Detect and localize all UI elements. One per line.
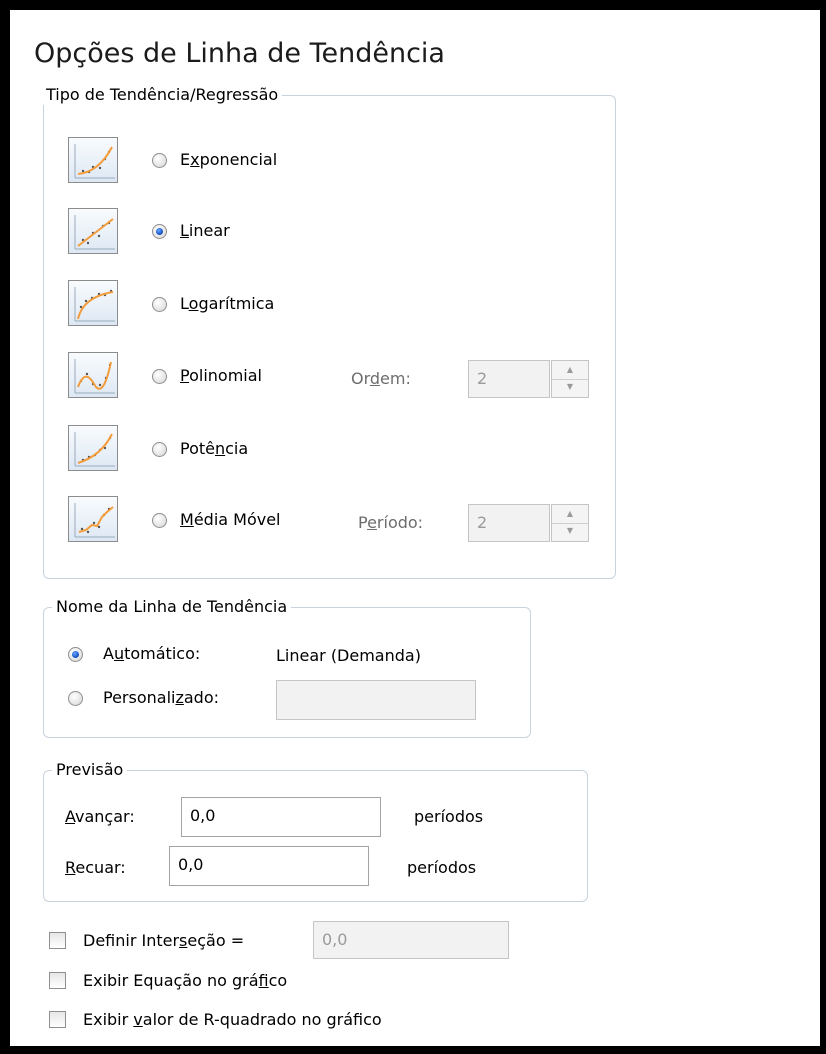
moving-average-trend-icon[interactable] [68,496,118,542]
backward-label: Recuar: [65,858,126,877]
logarithmic-trend-icon[interactable] [68,280,118,326]
display-equation-checkbox[interactable] [49,972,66,989]
order-spinner[interactable]: ▲ ▼ [551,360,589,398]
logarithmic-radio[interactable] [152,297,167,312]
linear-radio[interactable] [152,224,167,239]
trendline-name-legend: Nome da Linha de Tendência [52,597,292,617]
exponential-label[interactable]: Exponencial [180,150,277,170]
logarithmic-label[interactable]: Logarítmica [180,294,274,314]
display-r2-label[interactable]: Exibir valor de R-quadrado no gráfico [83,1010,382,1030]
custom-label[interactable]: Personalizado: [103,688,219,708]
linear-label[interactable]: Linear [180,221,230,241]
moving-average-label[interactable]: Média Móvel [180,510,281,530]
forward-input[interactable]: 0,0 [181,797,381,837]
backward-unit: períodos [407,858,477,877]
moving-average-radio[interactable] [152,513,167,528]
period-label: Período: [358,513,424,532]
trend-type-legend: Tipo de Tendência/Regressão [42,85,283,105]
exponential-radio[interactable] [152,153,167,168]
dialog-title: Opções de Linha de Tendência [34,38,445,69]
power-trend-icon[interactable] [68,425,118,471]
linear-trend-icon[interactable] [68,208,118,254]
chevron-down-icon[interactable]: ▼ [552,523,588,541]
polynomial-label[interactable]: Polinomial [180,366,262,386]
exponential-trend-icon[interactable] [68,137,118,183]
display-r2-checkbox[interactable] [49,1011,66,1028]
chevron-up-icon[interactable]: ▲ [552,506,588,524]
polynomial-trend-icon[interactable] [68,352,118,398]
chevron-up-icon[interactable]: ▲ [552,362,588,380]
automatic-radio[interactable] [68,647,83,662]
custom-radio[interactable] [68,691,83,706]
forecast-legend: Previsão [52,760,128,780]
period-input[interactable]: 2 [468,504,550,542]
forward-unit: períodos [414,807,484,826]
automatic-label[interactable]: Automático: [103,644,200,664]
period-spinner[interactable]: ▲ ▼ [551,504,589,542]
intercept-input[interactable]: 0,0 [313,921,509,959]
custom-name-input[interactable] [276,680,476,720]
order-label: Ordem: [351,369,411,388]
power-radio[interactable] [152,442,167,457]
intercept-checkbox[interactable] [49,932,66,949]
polynomial-radio[interactable] [152,369,167,384]
intercept-label[interactable]: Definir Interseção = [83,931,244,951]
power-label[interactable]: Potência [180,439,248,459]
trendline-options-panel: Opções de Linha de Tendência Tipo de Ten… [8,8,822,1048]
order-input[interactable]: 2 [468,360,550,398]
backward-input[interactable]: 0,0 [169,846,369,886]
display-equation-label[interactable]: Exibir Equação no gráfico [83,971,287,991]
forward-label: Avançar: [65,807,135,826]
automatic-name-value: Linear (Demanda) [276,646,421,665]
chevron-down-icon[interactable]: ▼ [552,379,588,397]
